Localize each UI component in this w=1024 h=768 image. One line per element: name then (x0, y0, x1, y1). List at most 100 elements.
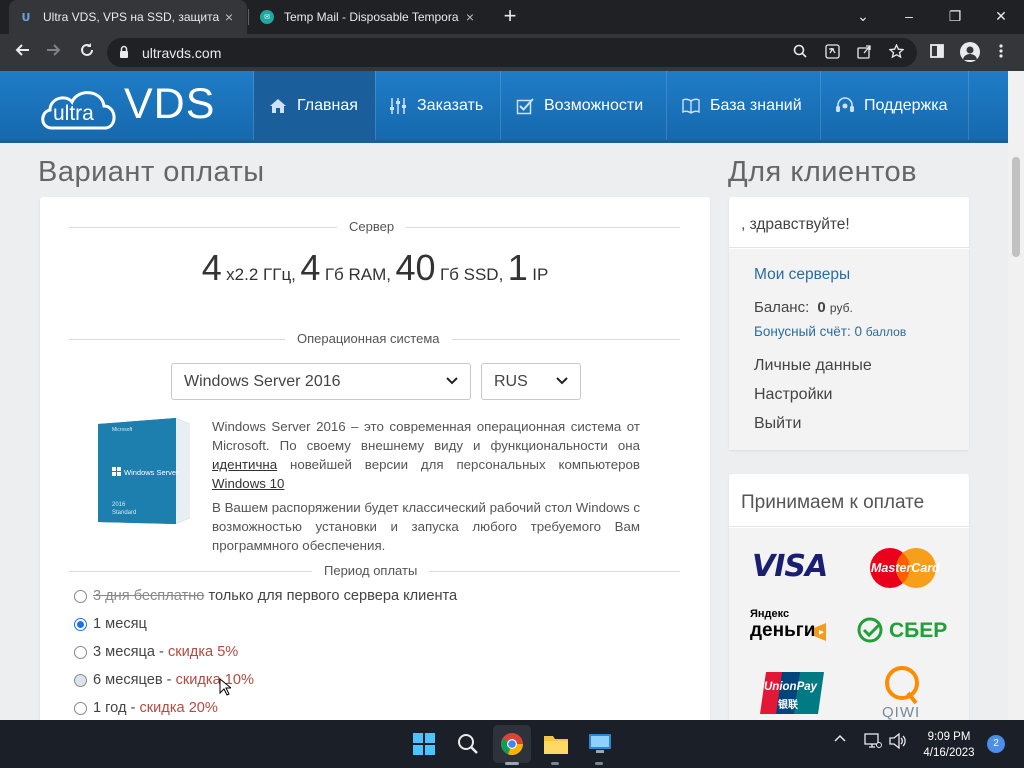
os-description-2: В Вашем распоряжении будет классический … (212, 500, 641, 553)
logo-ultra-text: ultra (53, 102, 94, 125)
reload-icon[interactable] (74, 40, 100, 66)
radio-button[interactable] (74, 617, 87, 631)
sidebar-title: Для клиентов (728, 156, 918, 188)
period-option-trial[interactable]: 3 дня бесплатно только для первого серве… (74, 586, 457, 606)
ip-unit: IP (532, 265, 549, 284)
tab-temp-mail[interactable]: ✉ Temp Mail - Disposable Tempora × (250, 0, 488, 34)
running-app-indicator (551, 762, 559, 765)
identical-link[interactable]: идентична (212, 457, 277, 472)
show-hidden-icons-icon[interactable] (834, 733, 846, 748)
yandex-bottom-text: деньги (750, 620, 816, 641)
taskbar-search-icon[interactable] (449, 725, 487, 763)
close-window-button[interactable]: ✕ (984, 5, 1018, 27)
tab-search-icon[interactable]: ⌄ (846, 5, 880, 27)
minimize-button[interactable]: – (892, 5, 926, 27)
logout-link[interactable]: Выйти (754, 415, 801, 433)
bonus-value: 0 (854, 324, 862, 339)
ssd-unit: Гб SSD, (439, 265, 504, 284)
restore-button[interactable]: ❐ (938, 5, 972, 27)
home-icon (268, 96, 288, 116)
payments-title: Принимаем к оплате (741, 492, 925, 513)
ultravds-logo[interactable]: ultra VDS (38, 80, 228, 134)
greeting-text: , здравствуйте! (741, 216, 850, 233)
nav-knowledge-base[interactable]: База знаний (667, 71, 820, 140)
sliders-icon (388, 96, 408, 116)
settings-link[interactable]: Настройки (754, 386, 832, 404)
radio-button[interactable] (74, 589, 87, 603)
period-option-1-year[interactable]: 1 год - скидка 20% (74, 698, 218, 718)
nav-features[interactable]: Возможности (501, 71, 666, 140)
ram-unit: Гб RAM, (324, 265, 392, 284)
os-description: Windows Server 2016 – это современная оп… (212, 417, 640, 493)
period-label: 6 месяцев - (93, 672, 176, 688)
tab-title: Ultra VDS, VPS на SSD, защита о (43, 10, 221, 24)
radio-button[interactable] (74, 673, 87, 687)
sber-logo: СБЕР (857, 617, 949, 645)
server-config: 4 x2.2 ГГц, 4 Гб RAM, 40 Гб SSD, 1 IP (40, 247, 710, 289)
network-icon[interactable] (864, 733, 882, 752)
nav-knowledge-base-label: База знаний (710, 96, 802, 114)
unionpay-logo: UnionPay 银联 (760, 672, 824, 714)
bonus-unit: баллов (865, 325, 907, 339)
tab-strip: U Ultra VDS, VPS на SSD, защита о × ✉ Te… (0, 0, 1024, 34)
side-panel-icon[interactable] (926, 42, 948, 64)
radio-button[interactable] (74, 645, 87, 659)
file-explorer-icon[interactable] (537, 725, 575, 763)
ssd-value: 40 (395, 247, 436, 288)
remote-desktop-icon[interactable] (581, 725, 619, 763)
share-icon[interactable] (855, 44, 873, 62)
os-description-text: новейшей версии для персональных компьют… (277, 457, 640, 472)
clock-time: 9:09 PM (927, 731, 971, 743)
ultravds-favicon-icon: U (21, 10, 31, 24)
balance-value: 0 (817, 299, 826, 316)
language-select[interactable]: RUS (481, 363, 581, 400)
page-title: Вариант оплаты (38, 156, 265, 188)
profile-avatar-icon[interactable] (960, 42, 980, 62)
back-arrow-icon[interactable] (9, 40, 35, 66)
period-option-1-month[interactable]: 1 месяц (74, 614, 147, 634)
start-menu-icon[interactable] (405, 725, 443, 763)
search-icon[interactable] (791, 44, 809, 62)
box-edition: Standard (112, 510, 137, 516)
box-brand: Microsoft (112, 427, 133, 433)
address-bar[interactable]: ultravds.com (107, 38, 917, 67)
menu-dots-icon[interactable] (990, 42, 1012, 64)
notification-badge[interactable]: 2 (987, 735, 1005, 753)
new-tab-button[interactable]: + (498, 5, 522, 29)
close-tab-icon[interactable]: × (462, 9, 478, 25)
box-version: 2016 (112, 502, 126, 508)
tab-ultravds[interactable]: U Ultra VDS, VPS на SSD, защита о × (9, 0, 247, 34)
page-scrollbar[interactable] (1008, 71, 1024, 720)
close-tab-icon[interactable]: × (221, 9, 237, 25)
windows-taskbar (0, 720, 1024, 768)
period-option-3-months[interactable]: 3 месяца - скидка 5% (74, 642, 238, 662)
personal-data-link[interactable]: Личные данные (754, 357, 872, 375)
my-servers-link[interactable]: Мои серверы (754, 266, 850, 284)
windows-server-box-image: Microsoft Windows Server 2016 Standard (98, 418, 190, 524)
os-section-label: Операционная система (285, 331, 452, 346)
period-label: только для первого сервера клиента (204, 588, 458, 604)
nav-support[interactable]: Поддержка (821, 71, 968, 140)
scrollbar-thumb[interactable] (1012, 157, 1020, 257)
nav-order[interactable]: Заказать (376, 71, 500, 140)
lock-icon (120, 45, 128, 58)
discount-label: скидка 5% (167, 644, 239, 660)
bonus-account-link[interactable]: Бонусный счёт: 0 баллов (754, 324, 906, 339)
forward-arrow-icon[interactable] (41, 40, 67, 66)
os-select-value: Windows Server 2016 (184, 373, 341, 390)
radio-button[interactable] (74, 701, 87, 715)
os-select[interactable]: Windows Server 2016 (171, 363, 471, 400)
mastercard-logo-text: MasterCard (871, 561, 940, 575)
nav-home[interactable]: Главная (254, 71, 375, 140)
windows-10-link[interactable]: Windows 10 (212, 476, 284, 491)
system-clock[interactable]: 9:09 PM 4/16/2023 (916, 729, 982, 761)
yandex-top-text: Яндекс (750, 608, 790, 620)
book-icon (681, 96, 701, 116)
chevron-down-icon (446, 377, 458, 385)
volume-icon[interactable] (889, 732, 907, 752)
trial-strike-text: 3 дня бесплатно (93, 588, 205, 604)
chrome-taskbar-icon[interactable] (493, 725, 531, 763)
bookmark-star-icon[interactable] (887, 43, 905, 62)
translate-icon[interactable] (823, 44, 841, 62)
period-label: 1 год - (93, 700, 140, 716)
